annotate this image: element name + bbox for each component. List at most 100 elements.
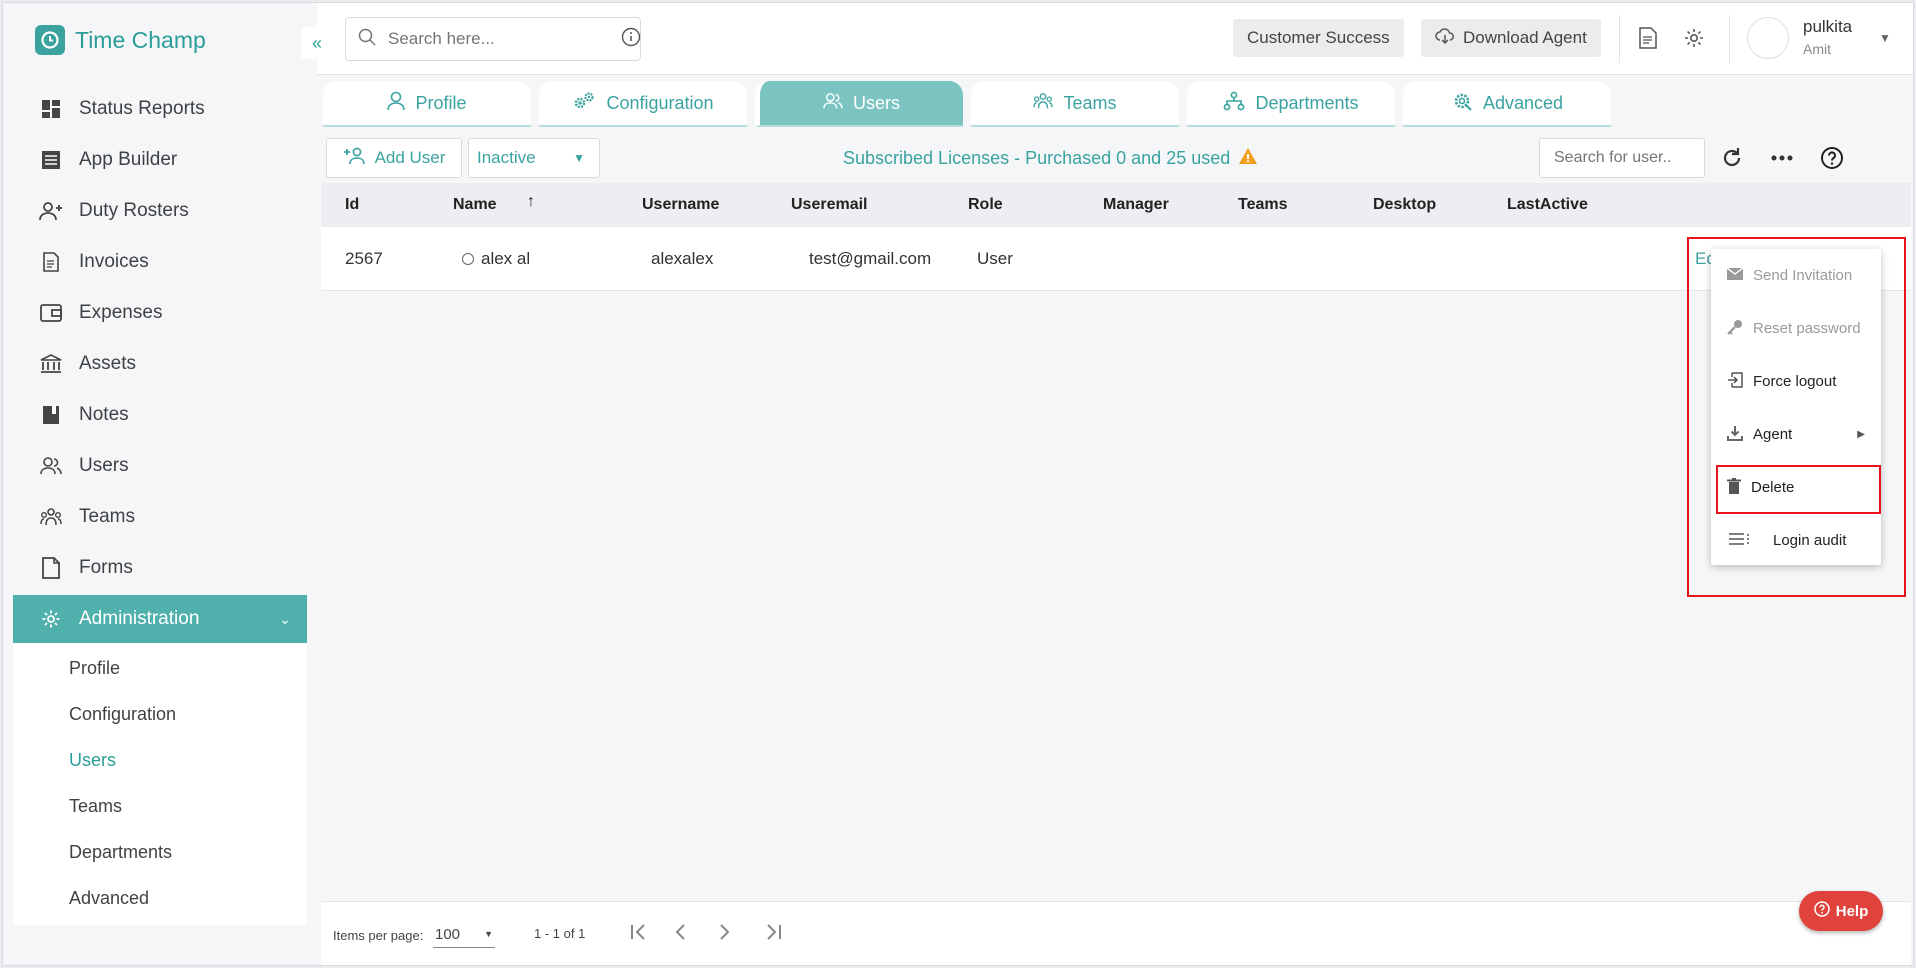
- status-dot-icon: [462, 253, 474, 265]
- customer-success-button[interactable]: Customer Success: [1233, 19, 1404, 57]
- user-icon: [387, 91, 406, 116]
- subnav-item-advanced[interactable]: Advanced: [13, 875, 307, 921]
- sort-ascending-icon[interactable]: ↑: [527, 193, 535, 211]
- sidebar-item-label: Invoices: [79, 250, 149, 272]
- add-user-label: Add User: [374, 148, 446, 167]
- help-circle-icon[interactable]: [1817, 143, 1847, 173]
- previous-page-icon[interactable]: [673, 922, 689, 945]
- subnav-item-profile[interactable]: Profile: [13, 645, 307, 691]
- subnav-item-configuration[interactable]: Configuration: [13, 691, 307, 737]
- tab-departments[interactable]: Departments: [1187, 81, 1395, 127]
- menu-item-login-audit[interactable]: Login audit: [1711, 514, 1881, 567]
- sidebar-item-users[interactable]: Users: [13, 440, 307, 491]
- status-filter-select[interactable]: Inactive ▼: [468, 138, 600, 178]
- page-size-select[interactable]: 100 ▼: [433, 920, 495, 948]
- sidebar-item-expenses[interactable]: Expenses: [13, 287, 307, 338]
- tab-teams[interactable]: Teams: [971, 81, 1179, 127]
- header-divider: [1729, 15, 1730, 63]
- download-tray-icon: [1727, 425, 1743, 445]
- refresh-icon[interactable]: [1717, 143, 1747, 173]
- column-header-manager[interactable]: Manager: [1103, 196, 1169, 214]
- column-header-teams[interactable]: Teams: [1238, 196, 1288, 214]
- tab-label: Users: [852, 92, 900, 113]
- subnav-item-teams[interactable]: Teams: [13, 783, 307, 829]
- header-divider: [1619, 15, 1620, 63]
- cell-email: test@gmail.com: [809, 249, 932, 268]
- subnav-item-departments[interactable]: Departments: [13, 829, 307, 875]
- first-page-icon[interactable]: [629, 922, 651, 945]
- brand-name: Time Champ: [75, 26, 206, 53]
- settings-icon[interactable]: [1679, 23, 1709, 53]
- menu-item-label: Send Invitation: [1753, 267, 1853, 284]
- menu-item-delete[interactable]: Delete: [1711, 461, 1881, 514]
- notebook-icon: [39, 403, 63, 427]
- sidebar-item-duty-rosters[interactable]: Duty Rosters: [13, 185, 307, 236]
- column-header-desktop[interactable]: Desktop: [1373, 196, 1436, 214]
- column-header-useremail[interactable]: Useremail: [791, 196, 868, 214]
- last-page-icon[interactable]: [761, 922, 783, 945]
- hierarchy-icon: [1223, 91, 1245, 116]
- admin-tabs: Profile Configuration Users Teams Depart…: [323, 81, 1619, 127]
- search-input[interactable]: [388, 29, 609, 49]
- menu-item-force-logout[interactable]: Force logout: [1711, 355, 1881, 408]
- chevron-down-icon: ⌄: [279, 610, 291, 627]
- users-icon: [823, 92, 843, 115]
- tab-label: Departments: [1255, 92, 1359, 113]
- brand[interactable]: Time Champ: [35, 25, 206, 55]
- sidebar-item-label: Assets: [79, 352, 137, 374]
- menu-item-reset-password[interactable]: Reset password: [1711, 302, 1881, 355]
- sidebar-item-app-builder[interactable]: App Builder: [13, 134, 307, 185]
- tab-users[interactable]: Users: [755, 81, 963, 127]
- sidebar: Time Champ Status Reports App Builder Du…: [3, 3, 317, 965]
- download-agent-button[interactable]: Download Agent: [1421, 19, 1601, 57]
- caret-down-icon: ▼: [484, 929, 493, 939]
- tab-profile[interactable]: Profile: [323, 81, 531, 127]
- bank-icon: [39, 352, 63, 376]
- column-header-lastactive[interactable]: LastActive: [1507, 196, 1588, 214]
- team-icon: [39, 505, 63, 529]
- global-search: [345, 17, 641, 61]
- add-user-button[interactable]: Add User: [326, 138, 462, 178]
- more-options-icon[interactable]: [1767, 143, 1797, 173]
- report-icon[interactable]: [1633, 23, 1663, 53]
- sidebar-item-assets[interactable]: Assets: [13, 338, 307, 389]
- gear-icon: [39, 607, 63, 631]
- sidebar-item-invoices[interactable]: Invoices: [13, 236, 307, 287]
- sidebar-item-forms[interactable]: Forms: [13, 542, 307, 593]
- warning-icon: [1238, 147, 1258, 170]
- gears-icon: [572, 91, 596, 116]
- page-range: 1 - 1 of 1: [534, 926, 586, 941]
- sidebar-item-teams[interactable]: Teams: [13, 491, 307, 542]
- table-row[interactable]: 2567 alex al alexalex test@gmail.com Use…: [321, 227, 1911, 291]
- sidebar-item-label: Duty Rosters: [79, 199, 189, 221]
- avatar[interactable]: [1747, 17, 1789, 59]
- column-header-role[interactable]: Role: [968, 196, 1003, 214]
- tab-advanced[interactable]: Advanced: [1403, 81, 1611, 127]
- submenu-arrow-icon: ▶: [1857, 429, 1865, 440]
- download-agent-label: Download Agent: [1463, 28, 1587, 47]
- cloud-download-icon: [1435, 27, 1455, 50]
- subnav-item-users[interactable]: Users: [13, 737, 307, 783]
- sidebar-item-label: Administration: [79, 608, 200, 629]
- collapse-sidebar-button[interactable]: «: [301, 27, 333, 59]
- users-toolbar: Add User Inactive ▼ Subscribed Licenses …: [323, 133, 1911, 183]
- column-header-id[interactable]: Id: [345, 196, 359, 214]
- add-user-icon: [343, 147, 365, 170]
- sidebar-item-status-reports[interactable]: Status Reports: [13, 83, 307, 134]
- cell-name: alex al: [481, 249, 531, 268]
- caret-down-icon[interactable]: ▼: [1879, 31, 1891, 45]
- sidebar-item-administration[interactable]: Administration ⌄: [13, 595, 307, 643]
- menu-item-send-invitation[interactable]: Send Invitation: [1711, 249, 1881, 302]
- column-header-username[interactable]: Username: [642, 196, 719, 214]
- document-icon: [39, 556, 63, 580]
- menu-item-agent[interactable]: Agent ▶: [1711, 408, 1881, 461]
- column-header-name[interactable]: Name: [453, 196, 497, 214]
- caret-down-icon: ▼: [573, 151, 585, 165]
- help-label: Help: [1835, 902, 1869, 920]
- tab-configuration[interactable]: Configuration: [539, 81, 747, 127]
- user-search-input[interactable]: [1539, 138, 1705, 178]
- sidebar-item-notes[interactable]: Notes: [13, 389, 307, 440]
- help-button[interactable]: Help: [1799, 891, 1883, 931]
- next-page-icon[interactable]: [716, 922, 732, 945]
- info-icon[interactable]: [621, 27, 641, 52]
